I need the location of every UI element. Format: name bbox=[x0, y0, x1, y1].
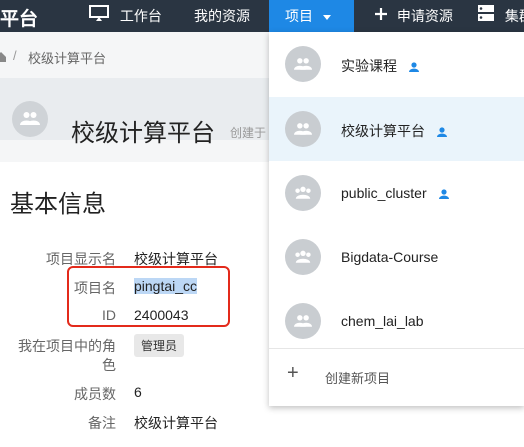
project-avatar bbox=[285, 175, 321, 211]
project-item-chem[interactable]: chem_lai_lab bbox=[269, 289, 524, 353]
field-label-role-line1: 我在项目中的角 bbox=[18, 338, 116, 354]
person-icon bbox=[408, 59, 419, 75]
plus-icon: + bbox=[287, 362, 299, 384]
page-title: 校级计算平台 bbox=[71, 120, 215, 147]
project-item-bigdata[interactable]: Bigdata-Course bbox=[269, 225, 524, 289]
create-project-label: 创建新项目 bbox=[325, 371, 391, 386]
nav-apply-label: 申请资源 bbox=[396, 8, 453, 24]
project-item-label: public_cluster bbox=[341, 185, 449, 202]
projects-dropdown: 实验课程 校级计算平台 public_cluster Bigdata-Cours… bbox=[269, 32, 524, 406]
field-value-members: 6 bbox=[134, 384, 142, 400]
project-avatar bbox=[285, 303, 321, 339]
brand-title[interactable]: 平台 bbox=[0, 4, 38, 31]
field-label-notes: 备注 bbox=[88, 415, 116, 431]
group-icon bbox=[295, 186, 311, 199]
project-item-label: chem_lai_lab bbox=[341, 313, 424, 329]
nav-cluster-label: 集群 bbox=[504, 8, 524, 24]
group-icon bbox=[294, 58, 312, 70]
nav-projects-label: 项目 bbox=[285, 8, 313, 24]
field-label-role-line2: 色 bbox=[102, 357, 116, 373]
project-avatar bbox=[285, 46, 321, 82]
nav-workbench-label: 工作台 bbox=[119, 8, 162, 24]
project-item-shiyan[interactable]: 实验课程 bbox=[269, 32, 524, 96]
section-title: 基本信息 bbox=[10, 191, 106, 218]
server-icon bbox=[477, 1, 495, 33]
field-label-members: 成员数 bbox=[74, 386, 116, 402]
person-icon bbox=[438, 186, 449, 202]
created-label: 创建于 bbox=[230, 126, 267, 140]
role-badge: 管理员 bbox=[134, 334, 185, 357]
nav-workbench[interactable]: 工作台 bbox=[88, 0, 162, 32]
group-icon bbox=[294, 315, 312, 327]
project-avatar bbox=[12, 101, 48, 137]
dropdown-divider bbox=[269, 348, 524, 349]
project-item-public-cluster[interactable]: public_cluster bbox=[269, 161, 524, 225]
group-icon bbox=[295, 250, 311, 263]
plus-icon bbox=[373, 1, 389, 33]
group-icon bbox=[20, 112, 40, 125]
caret-down-icon bbox=[322, 14, 331, 20]
field-value-notes: 校级计算平台 bbox=[134, 415, 218, 431]
annotation-highlight-box bbox=[67, 266, 230, 327]
home-icon[interactable] bbox=[0, 50, 6, 62]
project-item-xiaoji[interactable]: 校级计算平台 bbox=[269, 97, 524, 161]
project-item-label: 实验课程 bbox=[341, 56, 419, 76]
top-navbar: 平台 工作台 我的资源 项目 申请资源 集群 bbox=[0, 0, 524, 32]
project-item-label: 校级计算平台 bbox=[341, 121, 447, 141]
nav-my-resources[interactable]: 我的资源 bbox=[194, 0, 250, 32]
nav-apply-resources[interactable]: 申请资源 bbox=[373, 0, 453, 32]
project-item-label: Bigdata-Course bbox=[341, 249, 439, 265]
breadcrumb-current: 校级计算平台 bbox=[28, 51, 107, 66]
project-avatar bbox=[285, 239, 321, 275]
project-avatar bbox=[285, 111, 321, 147]
person-icon bbox=[436, 124, 447, 140]
breadcrumb-separator: / bbox=[13, 48, 17, 63]
nav-projects[interactable]: 项目 bbox=[269, 0, 354, 32]
nav-cluster[interactable]: 集群 bbox=[477, 0, 524, 32]
group-icon bbox=[294, 123, 312, 135]
monitor-icon bbox=[88, 1, 110, 33]
